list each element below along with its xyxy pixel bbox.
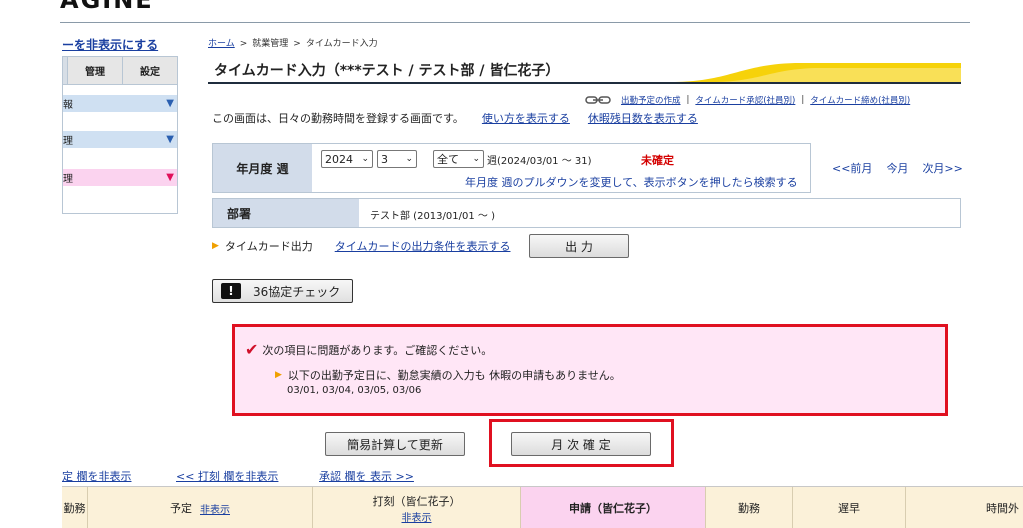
chevron-down-icon: ⌄ xyxy=(405,154,413,164)
year-select[interactable]: 2024 ⌄ xyxy=(321,150,373,168)
alert-box: ✔ 次の項目に問題があります。ご確認ください。 ▶ 以下の出勤予定日に、勤怠実績… xyxy=(232,324,948,416)
week-range-text: 週(2024/03/01 ～ 31) xyxy=(487,156,592,167)
output-button[interactable]: 出 力 xyxy=(529,234,629,258)
output-conditions-link[interactable]: タイムカードの出力条件を表示する xyxy=(335,238,511,254)
chevron-down-icon: ⌄ xyxy=(361,154,369,164)
column-header-overtime: 時間外 xyxy=(906,487,1023,528)
triangle-down-icon: ▼ xyxy=(166,98,174,109)
triangle-down-icon: ▼ xyxy=(166,134,174,145)
sidebar-menu-label: 報 xyxy=(63,100,73,111)
top-links: 出勤予定の作成 | タイムカード承認(社員別) | タイムカード締め(社員別) xyxy=(585,94,910,106)
next-month-link[interactable]: 次月>> xyxy=(922,160,962,176)
column-header: 勤務 xyxy=(62,487,88,528)
show-approval-column-link[interactable]: 承認 欄を 表示 >> xyxy=(319,468,414,484)
sidebar-tab-admin[interactable]: 管理 xyxy=(67,57,122,84)
link-timecard-approval[interactable]: タイムカード承認(社員別) xyxy=(695,94,795,106)
week-select[interactable]: 全て ⌄ xyxy=(433,150,484,168)
checkmark-icon: ✔ xyxy=(245,340,259,359)
timecard-table-header: 勤務 予定 非表示 打刻（皆仁花子） 非表示 申請（皆仁花子） 勤務 遅早 時間… xyxy=(62,486,1023,528)
header-divider xyxy=(60,22,970,23)
breadcrumb-home[interactable]: ホーム xyxy=(208,39,235,49)
period-hint: 年月度 週のプルダウンを変更して、表示ボタンを押したら検索する xyxy=(465,176,798,189)
timecard-output-label: タイムカード出力 xyxy=(224,240,313,253)
sidebar-menu-label: 理 xyxy=(63,136,73,147)
check-36-label: 36協定チェック xyxy=(253,284,341,299)
current-month-link[interactable]: 今月 xyxy=(886,160,908,176)
period-form: 年月度 週 2024 ⌄ 3 ⌄ 全て ⌄ 週(2024/03/01 ～ 31) 未確… xyxy=(212,143,811,193)
sidebar-tab-settings[interactable]: 設定 xyxy=(122,57,177,84)
page-title: タイムカード入力（***テスト / テスト部 / 皆仁花子） xyxy=(214,63,560,79)
month-navigation: <<前月 今月 次月>> xyxy=(832,160,963,176)
sidebar-panel: 管理 設定 報 ▼ 理 ▼ 理 ▼ xyxy=(62,56,178,214)
howto-link[interactable]: 使い方を表示する xyxy=(482,112,570,125)
stamp-hide-link[interactable]: 非表示 xyxy=(402,509,432,524)
monthly-confirm-button[interactable]: 月 次 確 定 xyxy=(511,432,651,456)
alert-item: ▶ 以下の出勤予定日に、勤怠実績の入力も 休暇の申請もありません。 xyxy=(275,367,621,383)
link-timecard-close[interactable]: タイムカード締め(社員別) xyxy=(810,94,910,106)
simple-calc-update-button[interactable]: 簡易計算して更新 xyxy=(325,432,465,456)
department-row: 部署 テスト部 (2013/01/01 ～ ) xyxy=(212,198,961,228)
link-chain-icon xyxy=(585,96,611,104)
hide-schedule-column-link[interactable]: 定 欄を非表示 xyxy=(62,468,132,484)
page-description: この画面は、日々の勤務時間を登録する画面です。 使い方を表示する 休暇残日数を表示す… xyxy=(212,110,698,126)
breadcrumb-current: タイムカード入力 xyxy=(305,39,378,49)
description-text: この画面は、日々の勤務時間を登録する画面です。 xyxy=(212,112,464,125)
sidebar-toggle-link[interactable]: ーを非表示にする xyxy=(62,36,158,53)
month-select[interactable]: 3 ⌄ xyxy=(377,150,417,168)
schedule-hide-link[interactable]: 非表示 xyxy=(200,501,230,516)
column-header-schedule: 予定 非表示 xyxy=(88,487,313,528)
department-value: テスト部 (2013/01/01 ～ ) xyxy=(370,211,495,222)
title-decoration xyxy=(671,63,961,82)
sidebar-menu-item-active[interactable]: 理 ▼ xyxy=(63,169,177,186)
sidebar-menu-item[interactable]: 報 ▼ xyxy=(63,95,177,112)
column-header-work: 勤務 xyxy=(706,487,793,528)
check-36-agreement-button[interactable]: ! 36協定チェック xyxy=(212,279,353,303)
leave-balance-link[interactable]: 休暇残日数を表示する xyxy=(588,112,698,125)
prev-month-link[interactable]: <<前月 xyxy=(832,160,872,176)
title-underline xyxy=(208,82,961,84)
breadcrumb: ホーム > 就業管理 > タイムカード入力 xyxy=(208,39,378,49)
app-logo: AGINE xyxy=(60,0,154,14)
chevron-down-icon: ⌄ xyxy=(472,154,480,164)
alert-item-text: 以下の出勤予定日に、勤怠実績の入力も 休暇の申請もありません。 xyxy=(287,369,621,382)
department-label: 部署 xyxy=(213,199,359,227)
page-title-bar: タイムカード入力（***テスト / テスト部 / 皆仁花子） xyxy=(208,58,961,84)
alert-heading-text: 次の項目に問題があります。ご確認ください。 xyxy=(262,343,493,357)
sidebar-menu-label: 理 xyxy=(63,174,73,185)
triangle-right-icon: ▶ xyxy=(275,370,282,380)
hide-stamp-column-link[interactable]: << 打刻 欄を非表示 xyxy=(176,468,278,484)
link-schedule-create[interactable]: 出勤予定の作成 xyxy=(621,94,681,106)
column-header-late-early: 遅早 xyxy=(793,487,906,528)
period-label: 年月度 週 xyxy=(213,144,312,192)
triangle-right-icon: ▶ xyxy=(212,241,219,251)
alert-heading: ✔ 次の項目に問題があります。ご確認ください。 xyxy=(245,340,492,359)
alert-dates: 03/01, 03/04, 03/05, 03/06 xyxy=(287,385,422,396)
column-header-request: 申請（皆仁花子） xyxy=(521,487,706,528)
breadcrumb-section: 就業管理 xyxy=(252,39,289,49)
sidebar-tabs: 管理 設定 xyxy=(63,57,177,85)
status-badge: 未確定 xyxy=(641,154,674,167)
triangle-down-icon: ▼ xyxy=(166,172,174,183)
column-header-stamp: 打刻（皆仁花子） 非表示 xyxy=(313,487,521,528)
timecard-output-row: ▶ タイムカード出力 タイムカードの出力条件を表示する xyxy=(212,238,510,254)
warning-icon: ! xyxy=(221,283,241,299)
sidebar-menu-item[interactable]: 理 ▼ xyxy=(63,131,177,148)
